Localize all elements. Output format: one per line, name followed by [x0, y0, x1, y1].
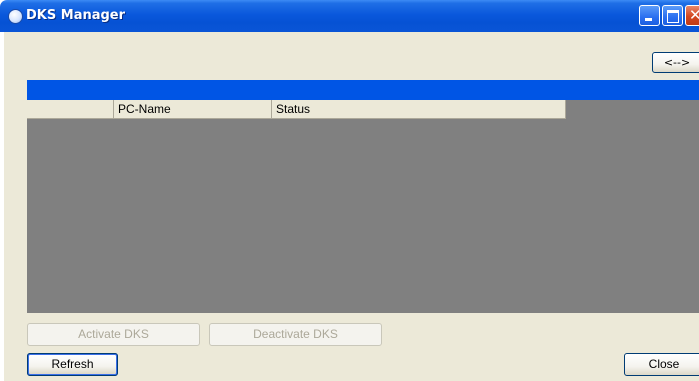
selection-bar: [27, 80, 699, 100]
row-header-cell[interactable]: [27, 100, 114, 119]
refresh-button[interactable]: Refresh: [27, 353, 118, 376]
activate-dks-button[interactable]: Activate DKS: [27, 323, 200, 346]
close-icon: ✕: [689, 6, 699, 24]
minimize-button[interactable]: [639, 5, 660, 26]
column-header-pc-name[interactable]: PC-Name: [114, 100, 272, 119]
deactivate-dks-button[interactable]: Deactivate DKS: [209, 323, 382, 346]
maximize-button[interactable]: [662, 5, 683, 26]
dks-manager-window: DKS Manager ✕ <--> PC-Name Status Activa…: [0, 0, 699, 381]
title-bar[interactable]: DKS Manager ✕: [0, 0, 699, 32]
app-icon: [8, 9, 23, 24]
maximize-icon: [667, 10, 679, 23]
grid-header: PC-Name Status: [27, 100, 566, 119]
close-window-button[interactable]: ✕: [685, 5, 699, 26]
window-title: DKS Manager: [26, 8, 126, 23]
pc-grid[interactable]: PC-Name Status: [27, 100, 699, 313]
column-header-status[interactable]: Status: [272, 100, 566, 119]
swap-button[interactable]: <-->: [652, 52, 699, 73]
close-button[interactable]: Close: [624, 353, 699, 376]
minimize-icon: [645, 18, 652, 21]
